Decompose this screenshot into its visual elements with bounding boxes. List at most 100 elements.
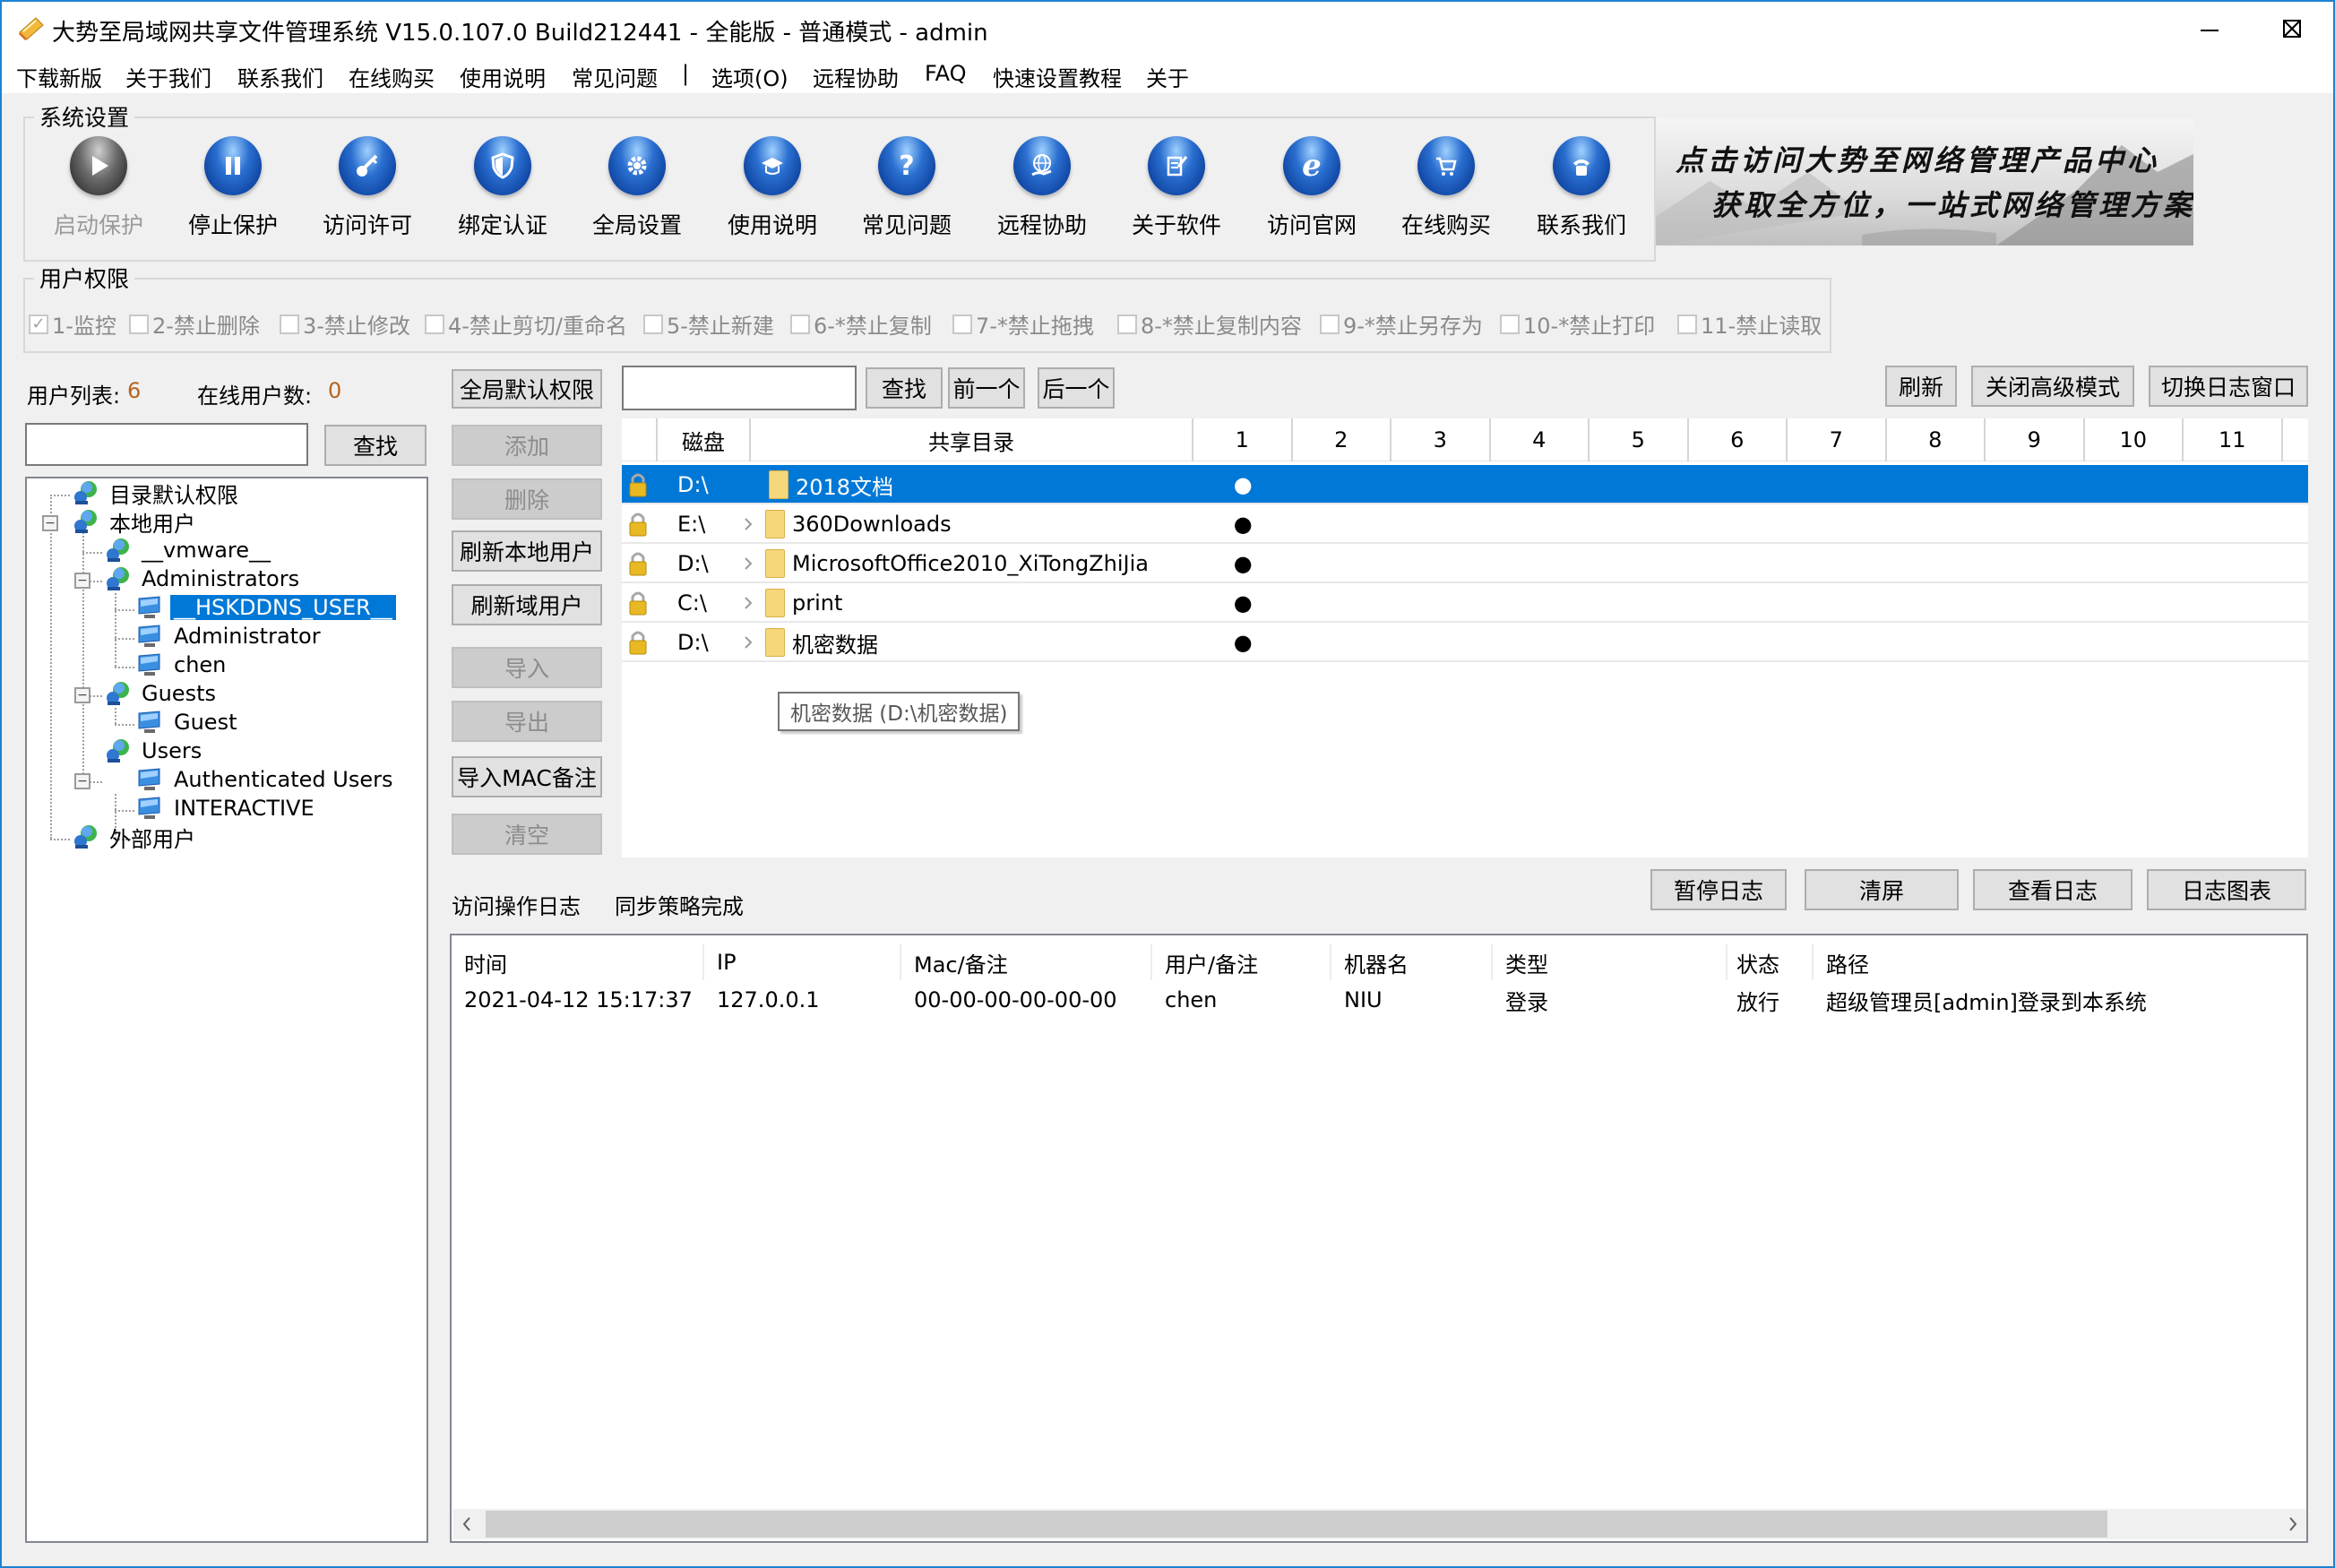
- log-col-path[interactable]: 路径: [1814, 944, 2262, 980]
- log-col-machine[interactable]: 机器名: [1331, 944, 1493, 980]
- menu-buy-online[interactable]: 在线购买: [349, 61, 435, 92]
- perm-mark[interactable]: [1590, 465, 1689, 504]
- perm-mark[interactable]: [1887, 465, 1986, 504]
- perm-mark[interactable]: [1986, 544, 2085, 583]
- expand-chevron-icon[interactable]: [742, 544, 754, 583]
- global-default-permission-button[interactable]: 全局默认权限: [452, 369, 602, 409]
- perm-no-copy-content-checkbox[interactable]: 8-*禁止复制内容: [1117, 308, 1302, 340]
- user-search-button[interactable]: 查找: [324, 425, 427, 466]
- perm-mark[interactable]: [1689, 504, 1788, 544]
- perm-mark[interactable]: [1491, 504, 1590, 544]
- import-button[interactable]: 导入: [452, 647, 602, 688]
- pause-log-button[interactable]: 暂停日志: [1650, 869, 1787, 910]
- remote-assist-button[interactable]: 远程协助: [979, 136, 1105, 239]
- perm-mark[interactable]: [2085, 544, 2184, 583]
- tree-node[interactable]: Authenticated Users: [136, 765, 396, 794]
- perm-no-drag-checkbox[interactable]: 7-*禁止拖拽: [952, 308, 1094, 340]
- access-permission-button[interactable]: 访问许可: [305, 136, 430, 239]
- share-row[interactable]: C:\ print ●: [622, 583, 2308, 623]
- delete-button[interactable]: 删除: [452, 478, 602, 520]
- perm-mark[interactable]: [1293, 623, 1392, 662]
- log-col-mac[interactable]: Mac/备注: [901, 944, 1152, 980]
- close-button[interactable]: [2251, 2, 2333, 56]
- grid-col-perm-3[interactable]: 3: [1392, 418, 1491, 461]
- export-button[interactable]: 导出: [452, 701, 602, 742]
- tree-node[interactable]: __HSKDDNS_USER__: [136, 593, 396, 622]
- perm-mark[interactable]: [1788, 544, 1887, 583]
- perm-mark[interactable]: [1887, 504, 1986, 544]
- official-site-button[interactable]: e 访问官网: [1249, 136, 1374, 239]
- tree-node[interactable]: 目录默认权限: [72, 478, 242, 508]
- perm-mark[interactable]: [1788, 623, 1887, 662]
- import-mac-notes-button[interactable]: 导入MAC备注: [452, 756, 602, 797]
- tree-node[interactable]: Administrators: [104, 564, 303, 593]
- tree-node[interactable]: Users: [104, 737, 205, 765]
- perm-mark[interactable]: [1293, 583, 1392, 623]
- menu-remote-assist[interactable]: 远程协助: [813, 61, 899, 92]
- perm-mark[interactable]: [1590, 504, 1689, 544]
- tree-node[interactable]: __vmware__: [104, 536, 274, 564]
- menu-quick-setup[interactable]: 快速设置教程: [993, 61, 1122, 92]
- perm-mark[interactable]: [1788, 583, 1887, 623]
- perm-monitor-checkbox[interactable]: ✓ 1-监控: [29, 308, 116, 340]
- perm-mark[interactable]: [1986, 504, 2085, 544]
- perm-no-create-checkbox[interactable]: 5-禁止新建: [643, 308, 774, 340]
- perm-mark[interactable]: [1986, 583, 2085, 623]
- tree-node[interactable]: Guests: [104, 679, 220, 708]
- manual-button[interactable]: 使用说明: [710, 136, 835, 239]
- grid-col-perm-2[interactable]: 2: [1293, 418, 1392, 461]
- menu-options[interactable]: 选项(O): [711, 61, 788, 92]
- access-log-list[interactable]: 时间 IP Mac/备注 用户/备注 机器名 类型 状态 路径 2021-04-…: [450, 934, 2308, 1543]
- perm-mark[interactable]: [1788, 465, 1887, 504]
- perm-mark[interactable]: [1689, 465, 1788, 504]
- refresh-local-users-button[interactable]: 刷新本地用户: [452, 530, 602, 572]
- grid-col-disk[interactable]: 磁盘: [658, 418, 751, 461]
- perm-mark[interactable]: [2085, 583, 2184, 623]
- share-row[interactable]: D:\ MicrosoftOffice2010_XiTongZhiJia ●: [622, 544, 2308, 583]
- grid-col-perm-8[interactable]: 8: [1887, 418, 1986, 461]
- share-prev-button[interactable]: 前一个: [948, 367, 1025, 409]
- share-search-input[interactable]: [622, 366, 857, 410]
- global-settings-button[interactable]: 全局设置: [574, 136, 700, 239]
- perm-mark[interactable]: [1788, 504, 1887, 544]
- perm-mark[interactable]: [1293, 465, 1392, 504]
- perm-mark[interactable]: [1392, 465, 1491, 504]
- share-find-button[interactable]: 查找: [866, 367, 943, 409]
- perm-mark[interactable]: [2085, 465, 2184, 504]
- menu-faq-cn[interactable]: 常见问题: [572, 61, 658, 92]
- perm-no-modify-checkbox[interactable]: 3-禁止修改: [280, 308, 410, 340]
- perm-mark[interactable]: [1986, 623, 2085, 662]
- grid-col-perm-11[interactable]: 11: [2184, 418, 2283, 461]
- perm-mark[interactable]: ●: [1193, 504, 1293, 544]
- perm-mark[interactable]: [1590, 583, 1689, 623]
- menu-manual[interactable]: 使用说明: [460, 61, 546, 92]
- perm-mark[interactable]: [1986, 465, 2085, 504]
- grid-col-perm-5[interactable]: 5: [1590, 418, 1689, 461]
- grid-col-perm-9[interactable]: 9: [1986, 418, 2085, 461]
- collapse-local-users[interactable]: −: [42, 515, 58, 531]
- perm-mark[interactable]: [2184, 623, 2283, 662]
- clear-button[interactable]: 清空: [452, 814, 602, 855]
- perm-mark[interactable]: [2184, 504, 2283, 544]
- menu-faq[interactable]: FAQ: [925, 61, 967, 86]
- refresh-button[interactable]: 刷新: [1885, 366, 1957, 407]
- log-chart-button[interactable]: 日志图表: [2147, 869, 2306, 910]
- perm-mark[interactable]: [1491, 544, 1590, 583]
- promo-banner[interactable]: 点击访问大势至网络管理产品中心 获取全方位，一站式网络管理方案！: [1656, 118, 2193, 246]
- perm-mark[interactable]: [1590, 544, 1689, 583]
- menu-contact-us[interactable]: 联系我们: [237, 61, 323, 92]
- perm-mark[interactable]: [1491, 623, 1590, 662]
- tree-node[interactable]: 外部用户: [72, 823, 199, 852]
- user-search-input[interactable]: [25, 423, 308, 466]
- close-advanced-mode-button[interactable]: 关闭高级模式: [1971, 366, 2134, 407]
- perm-mark[interactable]: [2085, 504, 2184, 544]
- grid-col-perm-7[interactable]: 7: [1788, 418, 1887, 461]
- view-log-button[interactable]: 查看日志: [1973, 869, 2133, 910]
- grid-col-perm-4[interactable]: 4: [1491, 418, 1590, 461]
- share-next-button[interactable]: 后一个: [1038, 367, 1115, 409]
- perm-mark[interactable]: [1491, 583, 1590, 623]
- perm-mark[interactable]: [1887, 623, 1986, 662]
- grid-col-perm-1[interactable]: 1: [1193, 418, 1293, 461]
- switch-log-window-button[interactable]: 切换日志窗口: [2149, 366, 2308, 407]
- scroll-right-icon[interactable]: [2287, 1516, 2299, 1532]
